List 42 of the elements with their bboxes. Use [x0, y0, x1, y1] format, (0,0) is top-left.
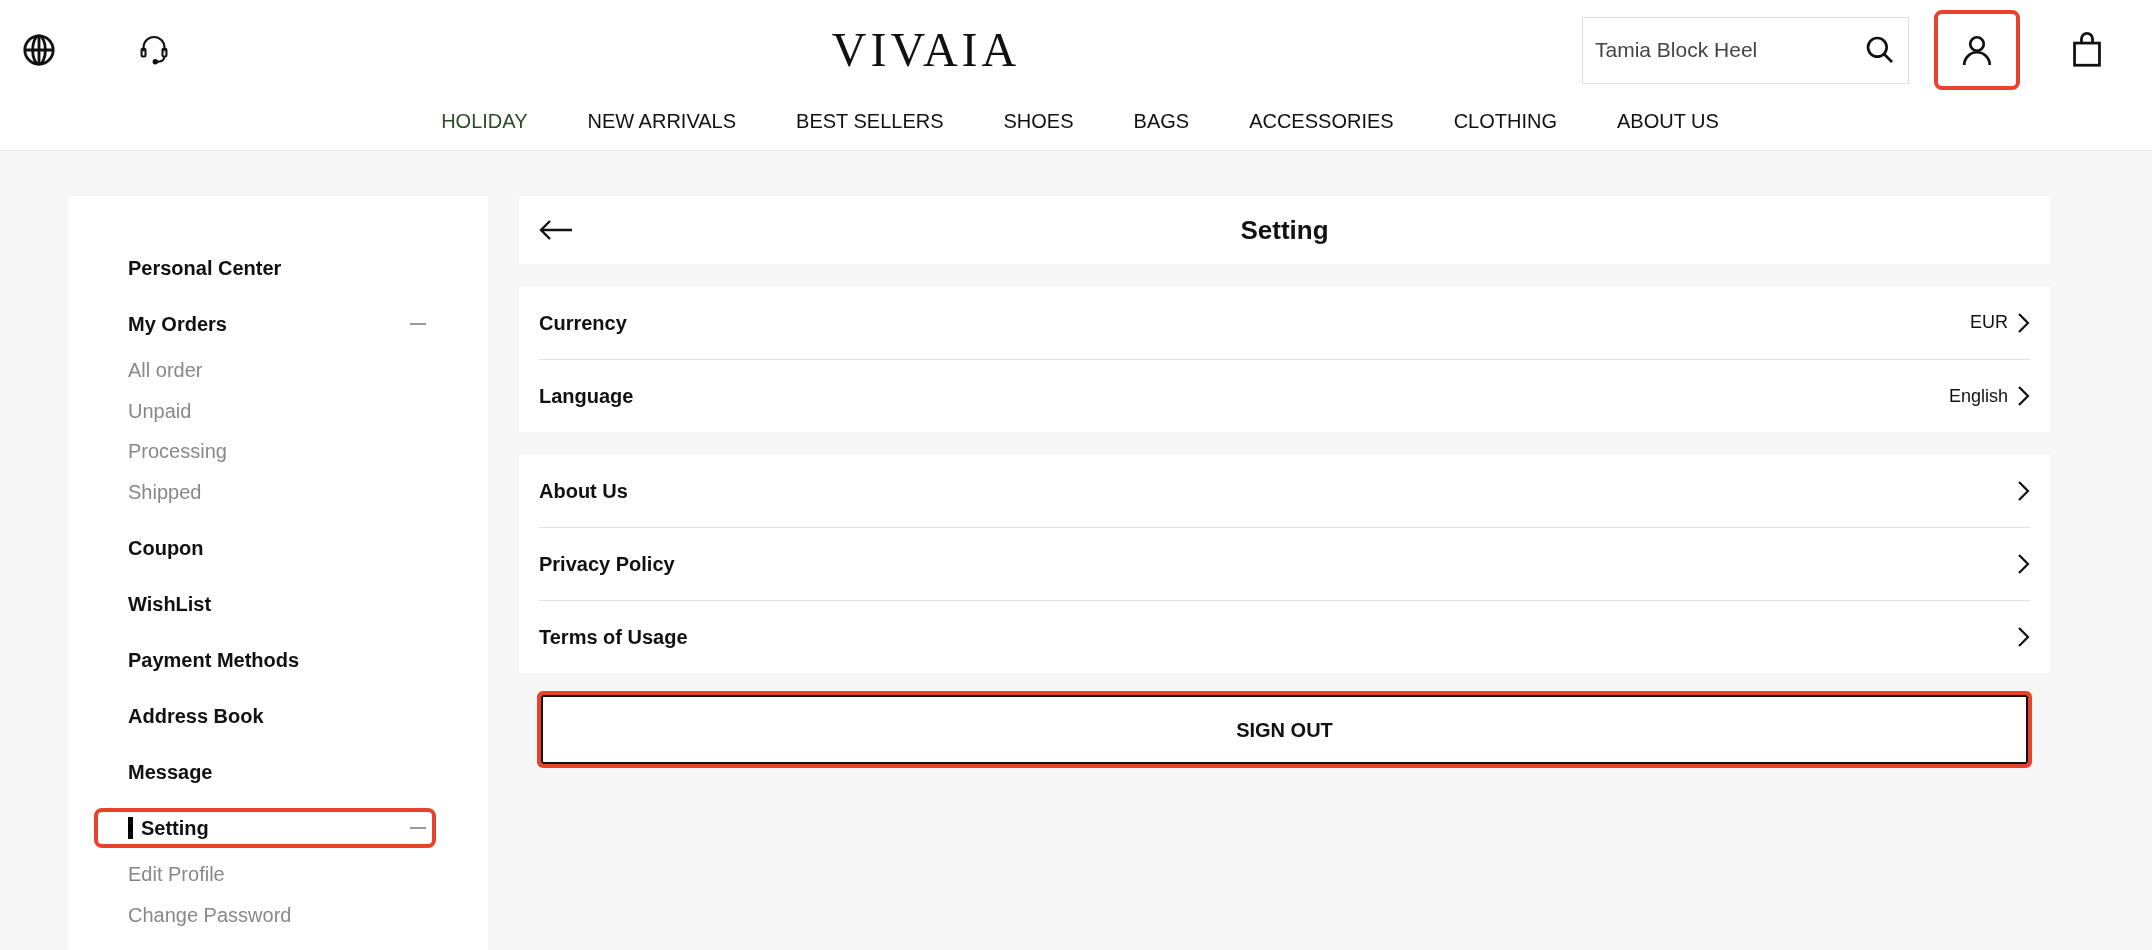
- nav-link[interactable]: CLOTHING: [1453, 106, 1557, 136]
- sidebar-subitem[interactable]: All order: [128, 350, 428, 391]
- page-title: Setting: [1239, 213, 1330, 247]
- selection-bar: [128, 817, 133, 839]
- back-arrow-icon[interactable]: [539, 220, 573, 240]
- sidebar-item[interactable]: Setting: [94, 808, 436, 848]
- sidebar-item[interactable]: Personal Center: [94, 248, 436, 288]
- brand-logo[interactable]: VIVAIA: [831, 26, 1021, 74]
- settings-row[interactable]: Terms of Usage: [539, 600, 2030, 673]
- nav-link[interactable]: NEW ARRIVALS: [587, 106, 737, 136]
- sidebar-subitem[interactable]: Change Password: [128, 894, 428, 935]
- sidebar-item[interactable]: Address Book: [94, 696, 436, 736]
- sidebar-subitem[interactable]: Unpaid: [128, 390, 428, 431]
- sidebar-item[interactable]: WishList: [94, 584, 436, 624]
- settings-row[interactable]: About Us: [539, 454, 2030, 527]
- search-field[interactable]: Tamia Block Heel: [1582, 16, 1909, 84]
- chevron-right-icon: [2016, 553, 2030, 575]
- sidebar-item[interactable]: My Orders: [94, 304, 436, 344]
- chevron-right-icon: [2016, 626, 2030, 648]
- chevron-right-icon: [2016, 479, 2030, 502]
- sidebar-item[interactable]: Coupon: [94, 528, 436, 568]
- nav-link[interactable]: ABOUT US: [1616, 106, 1719, 136]
- shopping-bag-icon[interactable]: [2070, 32, 2104, 68]
- settings-row[interactable]: Currency EUR: [539, 286, 2030, 359]
- chevron-right-icon: [2016, 311, 2030, 334]
- account-button[interactable]: [1934, 10, 2020, 90]
- chevron-right-icon: [2016, 385, 2030, 407]
- sidebar-subitem[interactable]: Shipped: [128, 471, 428, 512]
- sidebar-item[interactable]: Message: [94, 752, 436, 792]
- nav-link[interactable]: ACCESSORIES: [1249, 106, 1394, 136]
- nav-link[interactable]: HOLIDAY: [441, 106, 528, 136]
- sidebar-subitem[interactable]: Processing: [128, 431, 428, 472]
- settings-row[interactable]: Privacy Policy: [539, 527, 2030, 600]
- settings-row[interactable]: Language English: [539, 359, 2030, 432]
- nav-link[interactable]: BAGS: [1133, 106, 1190, 136]
- sidebar-subitem[interactable]: Edit Profile: [128, 854, 428, 895]
- sidebar-item[interactable]: Payment Methods: [94, 640, 436, 680]
- nav-link[interactable]: SHOES: [1003, 106, 1074, 136]
- headset-icon[interactable]: [138, 33, 170, 67]
- sign-out-button[interactable]: SIGN OUT: [537, 691, 2032, 768]
- nav-link[interactable]: BEST SELLERS: [796, 106, 944, 136]
- globe-icon[interactable]: [22, 33, 56, 67]
